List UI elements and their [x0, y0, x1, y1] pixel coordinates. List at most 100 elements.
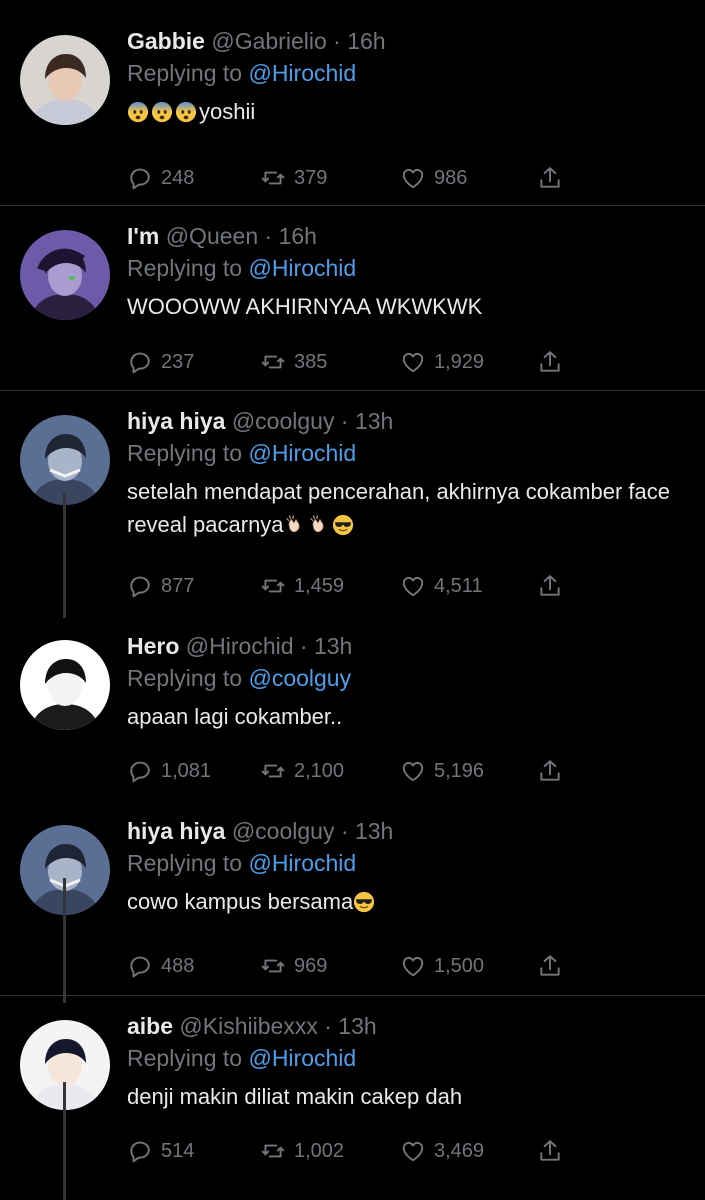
- thread-connector: [63, 1082, 66, 1200]
- divider: [0, 995, 705, 996]
- separator-dot: ·: [334, 818, 355, 844]
- retweet-button[interactable]: 379: [260, 162, 327, 194]
- retweet-button[interactable]: 385: [260, 346, 327, 378]
- more-options-button[interactable]: [645, 226, 669, 246]
- like-icon: [400, 953, 434, 979]
- user-handle[interactable]: @coolguy: [232, 818, 335, 844]
- tweet-header: hiya hiya @coolguy · 13h: [127, 815, 675, 847]
- tweet-text: WOOOWW AKHIRNYAA WKWKWK: [127, 290, 675, 323]
- user-handle[interactable]: @coolguy: [232, 408, 335, 434]
- timestamp[interactable]: 16h: [279, 223, 317, 249]
- more-options-button[interactable]: [645, 821, 669, 841]
- user-handle[interactable]: @Kishiibexxx: [179, 1013, 317, 1039]
- retweet-count: 1,459: [294, 574, 345, 597]
- timestamp[interactable]: 13h: [338, 1013, 376, 1039]
- tweet[interactable]: hiya hiya @coolguy · 13h Replying to @Hir…: [0, 405, 705, 610]
- tweet-text: apaan lagi cokamber..: [127, 700, 675, 733]
- separator-dot: ·: [326, 28, 348, 54]
- retweet-button[interactable]: 2,100: [260, 755, 344, 787]
- avatar[interactable]: [20, 230, 110, 320]
- tweet-body: WOOOWW AKHIRNYAA WKWKWK: [127, 294, 483, 319]
- like-button[interactable]: 5,196: [400, 755, 484, 787]
- reply-button[interactable]: 877: [127, 570, 194, 602]
- like-button[interactable]: 986: [400, 162, 467, 194]
- avatar[interactable]: [20, 35, 110, 125]
- mention-link[interactable]: @Hirochid: [248, 850, 356, 876]
- like-count: 5,196: [434, 759, 485, 782]
- tweet-text: setelah mendapat pencerahan, akhirnya co…: [127, 475, 675, 541]
- mention-link[interactable]: @Hirochid: [248, 255, 356, 281]
- share-icon: [537, 573, 563, 599]
- like-button[interactable]: 1,500: [400, 950, 484, 982]
- tweet[interactable]: aibe @Kishiibexxx · 13h Replying to @Hiro…: [0, 1010, 705, 1175]
- timestamp[interactable]: 13h: [355, 408, 393, 434]
- mention-link[interactable]: @Hirochid: [248, 60, 356, 86]
- separator-dot: ·: [258, 223, 279, 249]
- display-name[interactable]: Hero: [127, 633, 179, 659]
- reply-button[interactable]: 237: [127, 346, 194, 378]
- mention-link[interactable]: @Hirochid: [248, 440, 356, 466]
- reply-button[interactable]: 488: [127, 950, 194, 982]
- retweet-button[interactable]: 1,002: [260, 1135, 344, 1167]
- retweet-count: 969: [294, 954, 328, 977]
- tweet-actions: 248 379 986: [127, 162, 685, 194]
- fearful-emoji-icon: [151, 99, 173, 123]
- tweet-body: denji makin diliat makin cakep dah: [127, 1084, 463, 1109]
- mention-link[interactable]: @coolguy: [248, 665, 351, 691]
- retweet-icon: [260, 1138, 294, 1164]
- tweet[interactable]: hiya hiya @coolguy · 13h Replying to @Hir…: [0, 815, 705, 990]
- user-handle[interactable]: @Hirochid: [186, 633, 294, 659]
- tweet[interactable]: Hero @Hirochid · 13h Replying to @coolguy…: [0, 630, 705, 795]
- tweet-content: Gabbie @Gabrielio · 16h Replying to @Hiro…: [127, 25, 675, 128]
- timestamp[interactable]: 13h: [314, 633, 352, 659]
- tweet[interactable]: Gabbie @Gabrielio · 16h Replying to @Hiro…: [0, 25, 705, 202]
- avatar[interactable]: [20, 640, 110, 730]
- share-button[interactable]: [537, 1135, 563, 1167]
- more-options-button[interactable]: [645, 411, 669, 431]
- display-name[interactable]: hiya hiya: [127, 818, 225, 844]
- more-options-button[interactable]: [645, 31, 669, 51]
- retweet-button[interactable]: 1,459: [260, 570, 344, 602]
- retweet-icon: [260, 165, 294, 191]
- tweet-content: hiya hiya @coolguy · 13h Replying to @Hir…: [127, 405, 675, 541]
- reply-button[interactable]: 1,081: [127, 755, 211, 787]
- share-button[interactable]: [537, 755, 563, 787]
- share-button[interactable]: [537, 570, 563, 602]
- replying-to: Replying to @Hirochid: [127, 1042, 675, 1074]
- share-icon: [537, 165, 563, 191]
- retweet-count: 385: [294, 350, 328, 373]
- user-handle[interactable]: @Gabrielio: [211, 28, 326, 54]
- display-name[interactable]: Gabbie: [127, 28, 205, 54]
- more-options-button[interactable]: [645, 636, 669, 656]
- divider: [0, 205, 705, 206]
- share-button[interactable]: [537, 346, 563, 378]
- tweet[interactable]: I'm @Queen · 16h Replying to @Hirochid WOO…: [0, 220, 705, 386]
- reply-icon: [127, 953, 161, 979]
- display-name[interactable]: I'm: [127, 223, 159, 249]
- like-button[interactable]: 4,511: [400, 570, 483, 602]
- sunglasses-emoji-icon: [353, 889, 375, 913]
- share-button[interactable]: [537, 950, 563, 982]
- like-count: 986: [434, 166, 468, 189]
- tweet-body: apaan lagi cokamber..: [127, 704, 343, 729]
- like-button[interactable]: 1,929: [400, 346, 484, 378]
- share-button[interactable]: [537, 162, 563, 194]
- like-icon: [400, 758, 434, 784]
- reply-icon: [127, 573, 161, 599]
- user-handle[interactable]: @Queen: [166, 223, 258, 249]
- retweet-count: 2,100: [294, 759, 345, 782]
- display-name[interactable]: aibe: [127, 1013, 173, 1039]
- mention-link[interactable]: @Hirochid: [248, 1045, 356, 1071]
- retweet-button[interactable]: 969: [260, 950, 327, 982]
- timestamp[interactable]: 16h: [347, 28, 385, 54]
- display-name[interactable]: hiya hiya: [127, 408, 225, 434]
- reply-button[interactable]: 248: [127, 162, 194, 194]
- replying-to-label: Replying to: [127, 255, 249, 281]
- avatar[interactable]: [20, 415, 110, 505]
- timestamp[interactable]: 13h: [355, 818, 393, 844]
- like-button[interactable]: 3,469: [400, 1135, 484, 1167]
- more-options-button[interactable]: [645, 1016, 669, 1036]
- replying-to-label: Replying to: [127, 665, 249, 691]
- replying-to: Replying to @Hirochid: [127, 437, 675, 469]
- reply-button[interactable]: 514: [127, 1135, 194, 1167]
